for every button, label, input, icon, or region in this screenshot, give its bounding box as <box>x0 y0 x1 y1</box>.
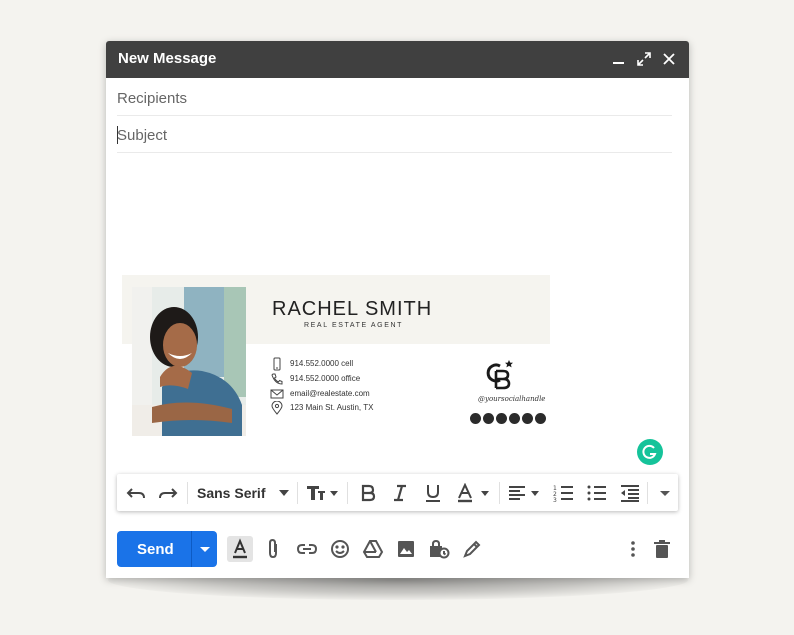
redo-icon[interactable] <box>157 483 179 503</box>
text-caret <box>117 126 118 144</box>
expand-icon[interactable] <box>634 49 654 69</box>
link-icon[interactable] <box>294 536 320 562</box>
minimize-icon[interactable] <box>609 49 629 69</box>
more-options-icon[interactable] <box>620 536 646 562</box>
attach-icon[interactable] <box>261 536 287 562</box>
confidential-icon[interactable] <box>426 536 452 562</box>
photo-icon[interactable] <box>393 536 419 562</box>
signature-icon[interactable] <box>459 536 485 562</box>
social-handle: @yoursocialhandle <box>478 395 546 403</box>
numbered-list-icon[interactable]: 123 <box>553 483 575 504</box>
social-icons <box>462 413 546 425</box>
subject-field[interactable]: Subject <box>117 116 672 153</box>
close-icon[interactable] <box>659 49 679 69</box>
compose-titlebar: New Message <box>106 41 689 78</box>
font-family-label: Sans Serif <box>197 485 266 501</box>
twitter-icon[interactable] <box>509 413 520 424</box>
formatting-icon[interactable] <box>227 536 253 562</box>
svg-text:3: 3 <box>553 497 557 503</box>
text-color-icon[interactable] <box>455 482 489 503</box>
delete-icon[interactable] <box>649 536 675 562</box>
bulleted-list-icon[interactable] <box>586 483 608 503</box>
envelope-icon <box>270 387 284 401</box>
formatting-toolbar: Sans Serif 123 <box>117 474 678 511</box>
indent-less-icon[interactable] <box>619 483 641 503</box>
signature-role: REAL ESTATE AGENT <box>304 322 404 329</box>
more-formatting-icon[interactable] <box>654 483 676 503</box>
agent-photo <box>132 287 246 436</box>
undo-icon[interactable] <box>125 483 147 503</box>
send-label: Send <box>137 541 174 558</box>
send-options-button[interactable] <box>192 531 217 567</box>
compose-window: New Message Recipients Subject RACHEL SM… <box>106 41 689 578</box>
recipients-field[interactable]: Recipients <box>117 79 672 116</box>
underline-icon[interactable] <box>422 483 444 503</box>
tiktok-icon[interactable] <box>496 413 507 424</box>
facebook-icon[interactable] <box>483 413 494 424</box>
emoji-icon[interactable] <box>327 536 353 562</box>
recipients-placeholder: Recipients <box>117 90 188 107</box>
bold-icon[interactable] <box>357 483 379 503</box>
email-signature: RACHEL SMITH REAL ESTATE AGENT 914.552.0… <box>122 275 550 443</box>
subject-placeholder: Subject <box>117 127 168 144</box>
send-button-group: Send <box>117 531 217 567</box>
coldwell-banker-logo <box>484 359 514 391</box>
linkedin-icon[interactable] <box>522 413 533 424</box>
phone-icon <box>270 372 284 386</box>
compose-title: New Message <box>118 50 217 67</box>
chevron-down-icon <box>200 547 210 552</box>
pinterest-icon[interactable] <box>535 413 546 424</box>
drive-icon[interactable] <box>360 536 386 562</box>
send-button[interactable]: Send <box>117 531 191 567</box>
instagram-icon[interactable] <box>470 413 481 424</box>
location-pin-icon <box>270 400 284 415</box>
italic-icon[interactable] <box>389 483 411 503</box>
font-size-icon[interactable] <box>305 483 339 503</box>
mobile-phone-icon <box>270 357 284 371</box>
signature-name: RACHEL SMITH <box>272 298 433 320</box>
chevron-down-icon <box>279 490 289 496</box>
grammarly-icon[interactable] <box>637 439 663 465</box>
align-icon[interactable] <box>507 483 541 503</box>
